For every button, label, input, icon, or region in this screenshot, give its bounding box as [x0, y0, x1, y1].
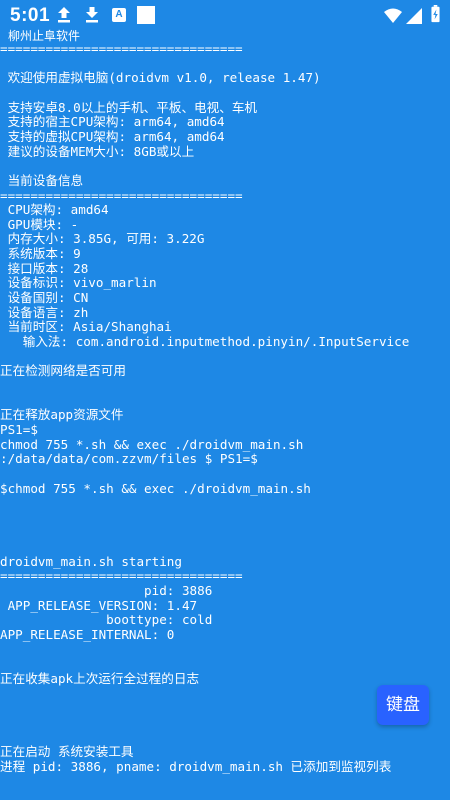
console-line: 输入法: com.android.inputmethod.pinyin/.Inp…: [0, 334, 410, 349]
console-line: APP_RELEASE_VERSION: 1.47: [0, 597, 198, 613]
console-line: 设备国别: CN: [0, 290, 89, 306]
battery-icon: [431, 5, 440, 23]
console-line: ================================: [0, 41, 243, 56]
console-line: PS1=$: [0, 421, 38, 437]
wifi-icon: [384, 8, 402, 23]
console-line: 接口版本: 28: [0, 260, 89, 276]
status-time: 5:01: [10, 5, 51, 26]
console-line: ================================: [0, 568, 243, 584]
console-line: 当前时区: Asia/Shanghai: [0, 319, 172, 335]
console-line: 设备语言: zh: [0, 304, 89, 320]
console-line: 系统版本: 9: [0, 246, 81, 262]
console-line: 当前设备信息: [0, 172, 84, 188]
console-line: droidvm_main.sh starting: [0, 553, 182, 569]
console-line: :/data/data/com.zzvm/files $ PS1=$: [0, 451, 258, 467]
console-line: 进程 pid: 3886, pname: droidvm_main.sh 已添加…: [0, 758, 392, 774]
console-line: GPU模块: -: [0, 216, 79, 232]
console-line: 正在检测网络是否可用: [0, 363, 126, 379]
status-bar: 5:01 A: [0, 0, 450, 30]
console-line: 支持的宿主CPU架构: arm64, amd64: [0, 114, 225, 130]
download-icon: [86, 7, 98, 23]
console-line: 设备标识: vivo_marlin: [0, 275, 157, 291]
console-line: 支持安卓8.0以上的手机、平板、电视、车机: [0, 99, 258, 115]
console-line: 正在收集apk上次运行全过程的日志: [0, 670, 200, 686]
upload-icon: [58, 7, 70, 23]
app-a-icon: A: [112, 8, 126, 22]
console-line: ================================: [0, 187, 243, 203]
keyboard-button[interactable]: 键盘: [377, 685, 429, 725]
console-line: 正在释放app资源文件: [0, 407, 124, 423]
console-line: APP_RELEASE_INTERNAL: 0: [0, 627, 175, 642]
console-line: CPU架构: amd64: [0, 202, 109, 218]
console-line: 欢迎使用虚拟电脑(droidvm v1.0, release 1.47): [0, 70, 321, 86]
console-line: chmod 755 *.sh && exec ./droidvm_main.sh: [0, 436, 304, 452]
console-line: 支持的虚拟CPU架构: arm64, amd64: [0, 128, 225, 144]
console-line: pid: 3886: [0, 583, 213, 599]
square-icon: [137, 6, 155, 24]
console-line: 内存大小: 3.85G, 可用: 3.22G: [0, 231, 205, 247]
console-line: 建议的设备MEM大小: 8GB或以上: [0, 143, 195, 159]
console-line: 正在启动 系统安装工具: [0, 744, 134, 760]
console-line: boottype: cold: [0, 612, 213, 628]
console-line: $chmod 755 *.sh && exec ./droidvm_main.s…: [0, 480, 311, 496]
signal-icon: [406, 8, 422, 24]
